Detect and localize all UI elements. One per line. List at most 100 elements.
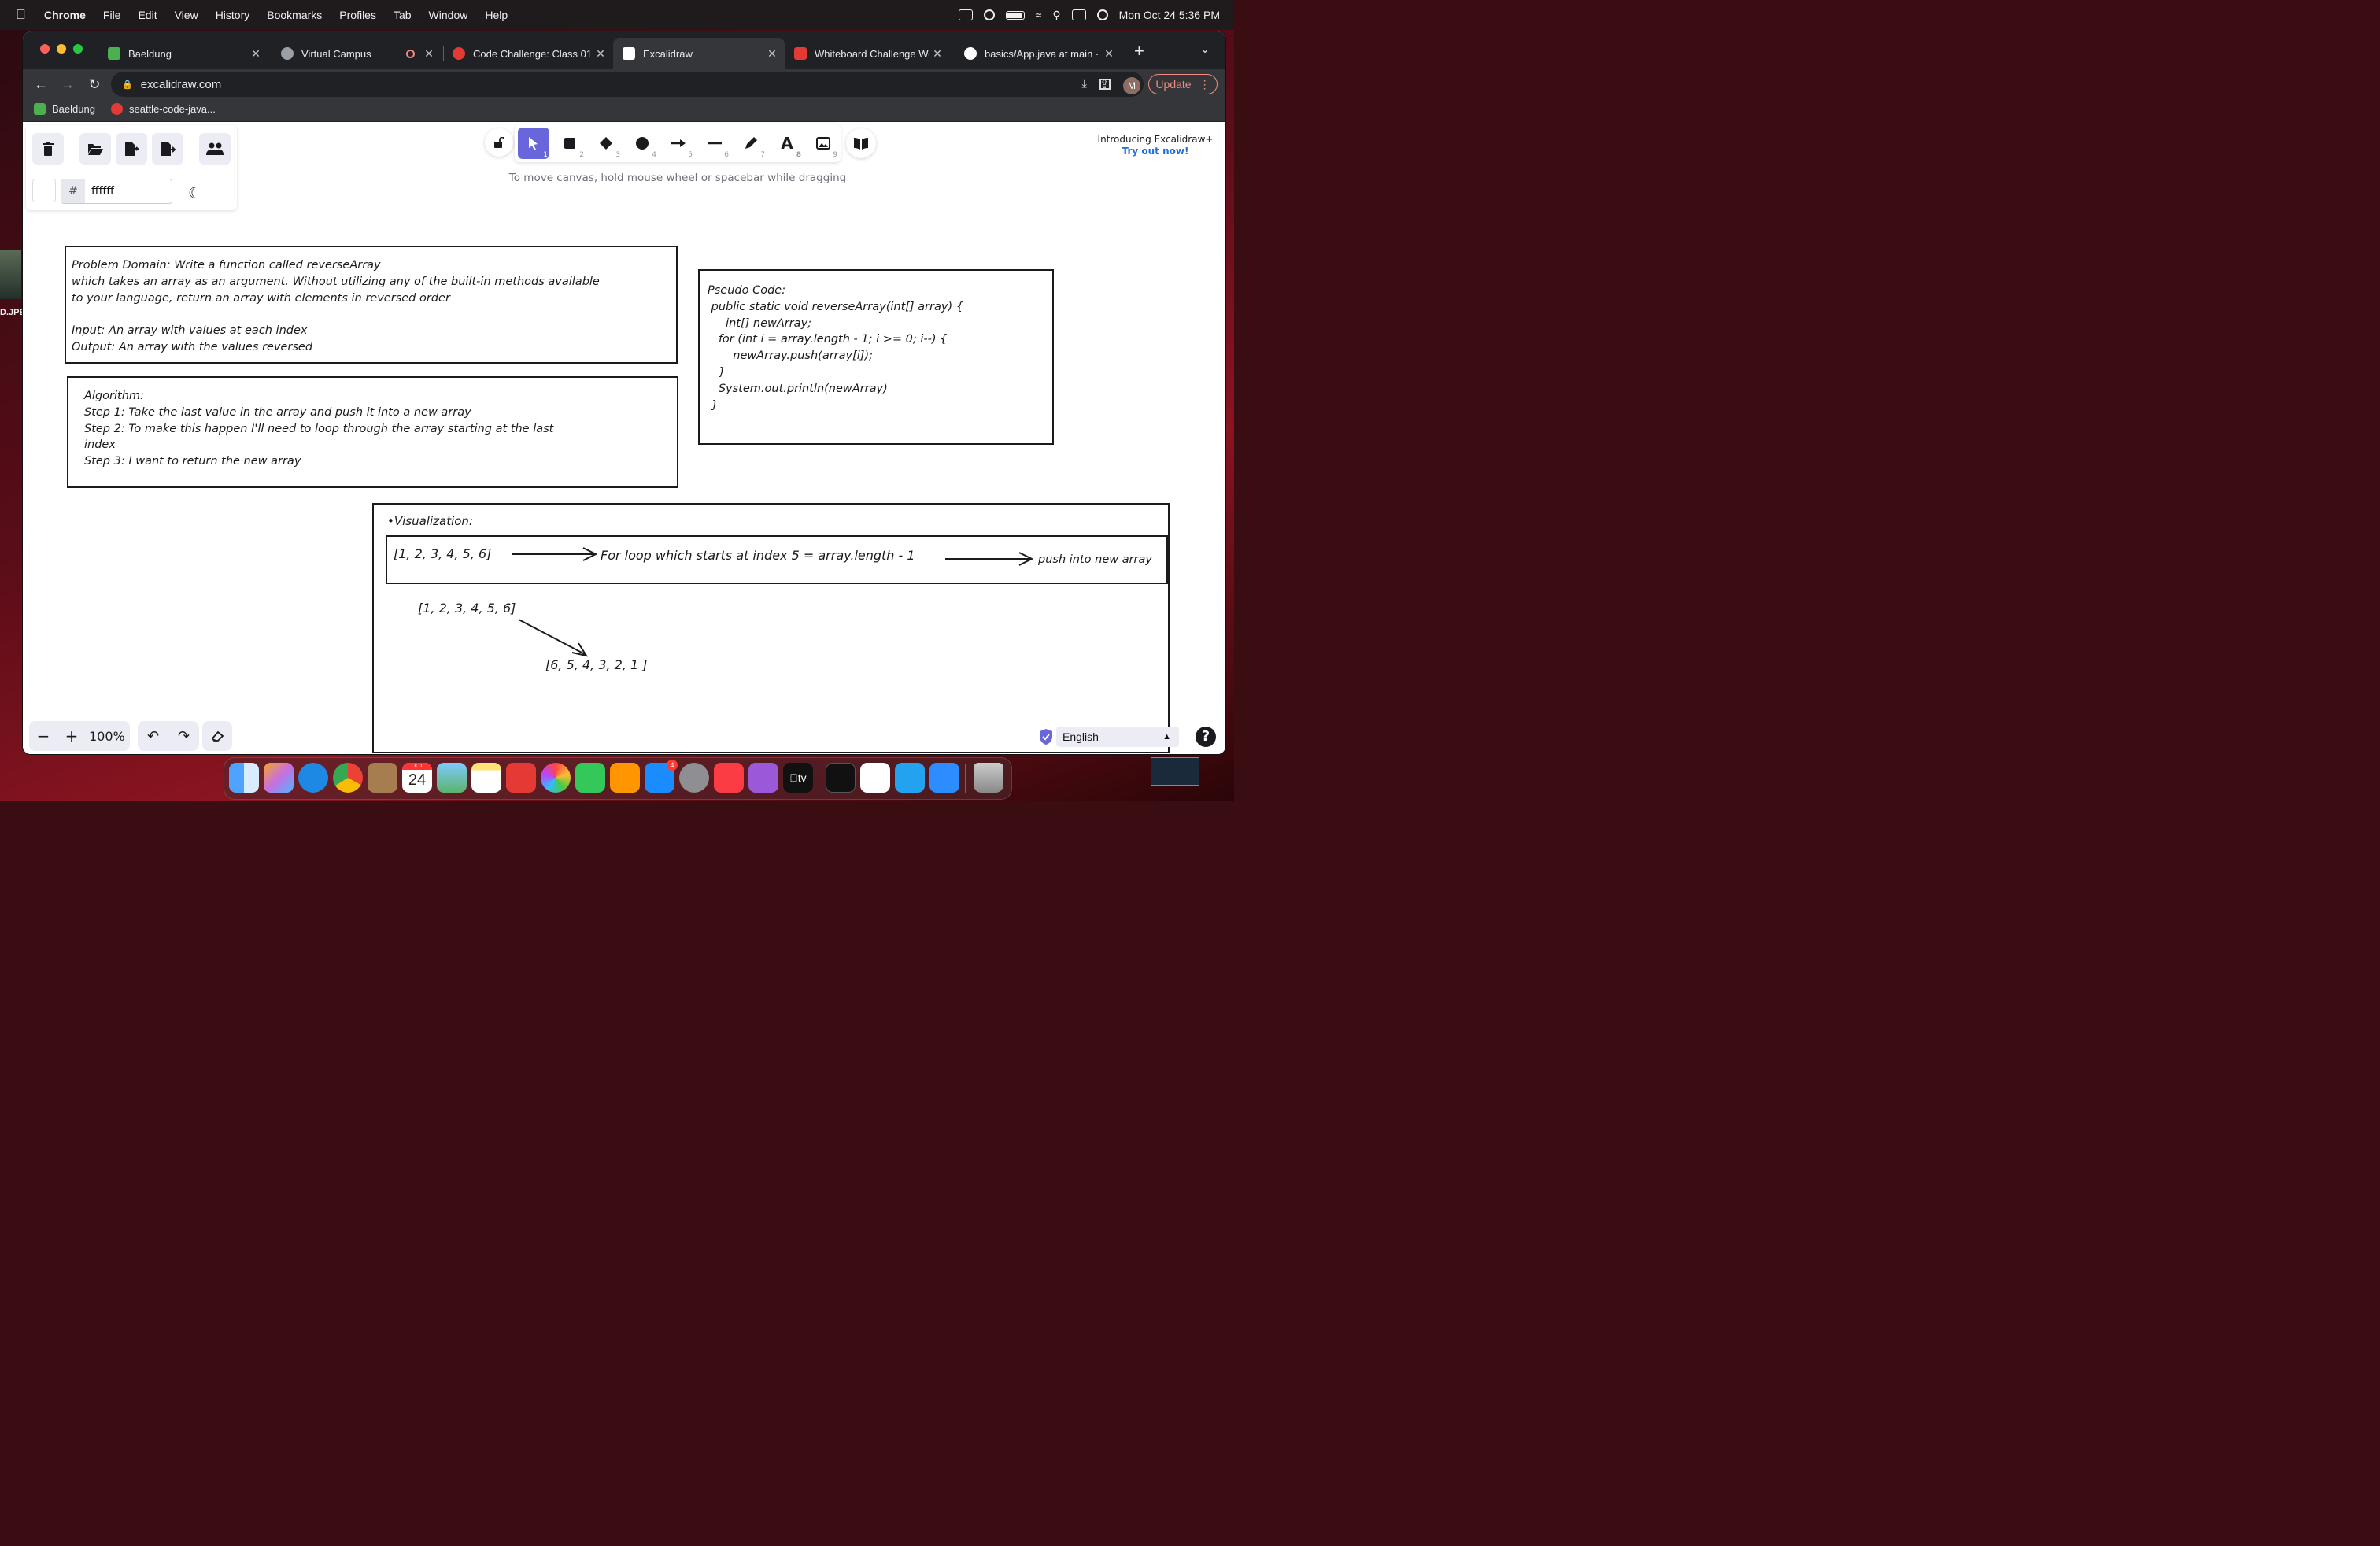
line-tool[interactable]: 6 [699, 128, 730, 159]
lock-tool-button[interactable] [485, 128, 513, 157]
reload-button[interactable]: ↻ [81, 76, 108, 93]
back-button[interactable]: ← [28, 76, 54, 93]
spotlight-search-icon[interactable]: ⚲ [1052, 9, 1060, 22]
calendar-icon[interactable]: OCT 24 [402, 763, 432, 793]
podcasts-icon[interactable] [748, 763, 778, 793]
tab-virtual-campus[interactable]: Virtual Campus ✕ [272, 38, 442, 69]
shield-icon[interactable] [1038, 728, 1054, 745]
viz-arrow-3[interactable] [516, 616, 591, 660]
forward-button[interactable]: → [54, 76, 81, 93]
selection-tool[interactable]: 1 [518, 128, 549, 159]
eraser-button[interactable] [202, 721, 232, 751]
image-tool[interactable]: 9 [808, 128, 839, 159]
screen-record-icon[interactable] [958, 9, 973, 20]
maps-icon[interactable] [437, 763, 467, 793]
launchpad-icon[interactable] [264, 763, 294, 793]
menu-bookmarks[interactable]: Bookmarks [267, 9, 322, 21]
profile-avatar[interactable]: M [1123, 77, 1140, 94]
canvas-background-input[interactable]: # ffffff [61, 179, 172, 204]
zoom-window-button[interactable] [73, 44, 83, 54]
menu-help[interactable]: Help [485, 9, 508, 21]
algorithm-text[interactable]: Algorithm: Step 1: Take the last value i… [84, 388, 553, 470]
bookmark-baeldung[interactable]: Baeldung [34, 103, 95, 115]
save-button[interactable] [116, 133, 147, 165]
zoom-app-icon[interactable] [929, 763, 959, 793]
close-tab-icon[interactable]: ✕ [764, 47, 780, 61]
ellipse-tool[interactable]: 4 [626, 128, 658, 159]
problem-domain-text[interactable]: Problem Domain: Write a function called … [72, 257, 600, 356]
update-button[interactable]: Update ⋮ [1148, 74, 1218, 94]
trash-icon[interactable] [974, 763, 1003, 793]
menu-file[interactable]: File [103, 9, 121, 21]
code-fellows-app-icon[interactable] [506, 763, 536, 793]
undo-button[interactable]: ↶ [138, 728, 168, 745]
open-button[interactable] [79, 133, 111, 165]
zoom-out-button[interactable]: − [29, 727, 57, 745]
library-button[interactable] [846, 128, 876, 158]
music-icon[interactable] [714, 763, 744, 793]
menu-view[interactable]: View [175, 9, 198, 21]
tab-whiteboard-challenge[interactable]: Whiteboard Challenge Wo ✕ [785, 38, 950, 69]
export-image-button[interactable] [152, 133, 183, 165]
desktop-file-label[interactable]: D.JPE [0, 308, 25, 317]
install-app-icon[interactable]: ⤓ [1081, 77, 1087, 91]
screenshot-preview-thumbnail[interactable] [1151, 757, 1199, 786]
terminal-icon[interactable] [826, 763, 856, 793]
visualization-title[interactable]: •Visualization: [387, 513, 473, 530]
viz-loop-text[interactable]: For loop which starts at index 5 = array… [601, 548, 915, 564]
numbers-icon[interactable] [575, 763, 605, 793]
control-center-icon[interactable] [1071, 9, 1086, 20]
close-window-button[interactable] [40, 44, 50, 54]
safari-icon[interactable] [298, 763, 328, 793]
language-select[interactable]: English ▲ [1056, 727, 1179, 747]
side-panel-icon[interactable] [1099, 79, 1111, 90]
zoom-in-button[interactable]: + [57, 727, 86, 745]
finder-icon[interactable] [229, 763, 259, 793]
rectangle-tool[interactable]: 2 [554, 128, 586, 159]
desktop-file-thumbnail[interactable] [0, 250, 21, 299]
help-button[interactable]: ? [1196, 727, 1216, 747]
wifi-icon[interactable]: ≈ [1036, 9, 1042, 21]
tab-excalidraw[interactable]: Excalidraw ✕ [613, 38, 785, 69]
close-tab-icon[interactable]: ✕ [248, 47, 264, 61]
draw-tool[interactable]: 7 [735, 128, 767, 159]
viz-arrow-1[interactable] [511, 546, 599, 563]
battery-icon[interactable] [1005, 10, 1025, 20]
siri-icon[interactable] [1096, 9, 1108, 20]
pseudo-code-text[interactable]: Pseudo Code: public static void reverseA… [708, 283, 963, 413]
canvas-background-swatch[interactable] [32, 179, 56, 202]
close-tab-icon[interactable]: ✕ [929, 47, 945, 61]
notes-icon[interactable] [471, 763, 501, 793]
photos-icon[interactable] [541, 763, 571, 793]
viz-array-text[interactable]: [1, 2, 3, 4, 5, 6] [394, 546, 491, 563]
lock-icon[interactable]: 🔒 [122, 80, 133, 90]
slack-icon[interactable] [860, 763, 890, 793]
clear-canvas-button[interactable] [32, 133, 64, 165]
menu-profiles[interactable]: Profiles [339, 9, 376, 21]
close-tab-icon[interactable]: ✕ [1101, 47, 1117, 61]
background-hex-value[interactable]: ffffff [91, 185, 114, 198]
viz-arrow-2[interactable] [944, 549, 1035, 567]
vscode-icon[interactable] [895, 763, 925, 793]
tab-baeldung[interactable]: Baeldung ✕ [98, 38, 268, 69]
app-store-icon[interactable]: 4 [645, 760, 678, 793]
text-tool[interactable]: A 8 [771, 128, 803, 159]
menubar-clock[interactable]: Mon Oct 24 5:36 PM [1119, 9, 1220, 21]
chrome-icon[interactable] [333, 763, 363, 793]
redo-button[interactable]: ↷ [168, 728, 199, 745]
diamond-tool[interactable]: 3 [590, 128, 622, 159]
apple-tv-icon[interactable]: tv [783, 763, 813, 793]
menu-window[interactable]: Window [429, 9, 468, 21]
excalidraw-canvas[interactable]: # ffffff ☾ 1 2 3 4 5 6 7 A 8 9 To move c… [23, 122, 1225, 754]
viz-input-array-text[interactable]: [1, 2, 3, 4, 5, 6] [418, 601, 516, 617]
apple-menu-icon[interactable]:  [16, 7, 30, 23]
tab-search-chevron-icon[interactable]: ⌄ [1200, 43, 1210, 56]
live-collaboration-button[interactable] [199, 133, 231, 165]
tab-code-challenge[interactable]: Code Challenge: Class 01 ✕ [443, 38, 613, 69]
close-tab-icon[interactable]: ✕ [593, 47, 608, 61]
close-tab-icon[interactable]: ✕ [421, 47, 437, 61]
menu-history[interactable]: History [216, 9, 250, 21]
try-out-now-link[interactable]: Try out now! [1093, 146, 1218, 157]
viz-output-array-text[interactable]: [6, 5, 4, 3, 2, 1 ] [545, 657, 648, 674]
contacts-icon[interactable] [368, 763, 397, 793]
